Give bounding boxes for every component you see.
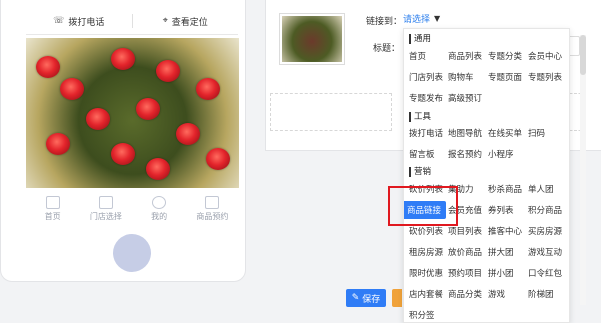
menu-item[interactable]: 砍价列表: [409, 225, 443, 237]
menu-item[interactable]: 小程序: [488, 148, 514, 160]
calendar-icon: [205, 196, 220, 209]
rose-shape: [176, 123, 200, 145]
locate-button[interactable]: ⌖ 查看定位: [133, 8, 239, 34]
section-tools: 工具: [409, 112, 431, 122]
section-marketing: 营销: [409, 167, 431, 177]
tab-home[interactable]: 首页: [26, 196, 79, 232]
menu-item[interactable]: 预约项目: [448, 267, 482, 279]
menu-item[interactable]: 留言板: [409, 148, 435, 160]
menu-item[interactable]: 在线买单: [488, 127, 522, 139]
rose-shape: [36, 56, 60, 78]
menu-item[interactable]: 租房房源: [409, 246, 443, 258]
rose-shape: [111, 143, 135, 165]
scrollbar-track[interactable]: [580, 35, 586, 305]
menu-item[interactable]: 口令红包: [528, 267, 562, 279]
image-thumbnail[interactable]: [279, 13, 345, 65]
contact-bar: ☏ 拨打电话 ⌖ 查看定位: [26, 8, 238, 35]
menu-item[interactable]: 专题发布: [409, 92, 443, 104]
menu-item[interactable]: 游戏互动: [528, 246, 562, 258]
rose-shape: [196, 78, 220, 100]
menu-item[interactable]: 拼大团: [488, 246, 514, 258]
menu-item[interactable]: 买房房源: [528, 225, 562, 237]
menu-item[interactable]: 专题页面: [488, 71, 522, 83]
menu-item[interactable]: 积分商品: [528, 204, 562, 216]
menu-item[interactable]: 游戏: [488, 288, 505, 300]
phone-preview: ☏ 拨打电话 ⌖ 查看定位 首页 门店选择 我的 商品预约: [0, 0, 246, 282]
menu-item[interactable]: 拨打电话: [409, 127, 443, 139]
menu-item[interactable]: 项目列表: [448, 225, 482, 237]
menu-item[interactable]: 券列表: [488, 204, 514, 216]
menu-item[interactable]: 专题分类: [488, 50, 522, 62]
tab-mine[interactable]: 我的: [133, 196, 186, 232]
menu-item[interactable]: 单人团: [528, 183, 554, 195]
link-label: 链接到：: [366, 17, 403, 27]
rose-shape: [136, 98, 160, 120]
rose-shape: [60, 78, 84, 100]
menu-item[interactable]: 报名预约: [448, 148, 482, 160]
link-dropdown-menu: 通用 工具 营销 首页 商品列表 专题分类 会员中心 门店列表 购物车 专题页面…: [403, 28, 570, 323]
bouquet-image: [26, 38, 239, 188]
rose-shape: [206, 148, 230, 170]
rose-shape: [111, 48, 135, 70]
menu-item[interactable]: 专题列表: [528, 71, 562, 83]
menu-item[interactable]: 积分签: [409, 309, 435, 321]
menu-item[interactable]: 店内套餐: [409, 288, 443, 300]
menu-item[interactable]: 地图导航: [448, 127, 482, 139]
secondary-button[interactable]: [392, 289, 402, 307]
menu-item[interactable]: 推客中心: [488, 225, 522, 237]
scrollbar-thumb[interactable]: [580, 35, 586, 75]
save-button[interactable]: ✎ 保存: [346, 289, 386, 307]
phone-tab-bar: 首页 门店选择 我的 商品预约: [26, 196, 239, 232]
menu-item[interactable]: 商品列表: [448, 50, 482, 62]
store-icon: [98, 196, 113, 209]
menu-item[interactable]: 拼小团: [488, 267, 514, 279]
menu-item[interactable]: 放价商品: [448, 246, 482, 258]
menu-item[interactable]: 购物车: [448, 71, 474, 83]
rose-shape: [86, 108, 110, 130]
section-general: 通用: [409, 34, 431, 44]
rose-shape: [146, 158, 170, 180]
user-icon: [152, 196, 167, 209]
menu-item[interactable]: 门店列表: [409, 71, 443, 83]
menu-item[interactable]: 首页: [409, 50, 426, 62]
call-button[interactable]: ☏ 拨打电话: [26, 8, 132, 34]
add-area[interactable]: [270, 93, 392, 131]
phone-home-button: [113, 234, 151, 272]
link-select[interactable]: 请选择 ▼: [403, 12, 440, 25]
chevron-down-icon: ▼: [434, 14, 441, 23]
location-pin-icon: ⌖: [162, 16, 168, 26]
menu-item[interactable]: 阶梯团: [528, 288, 554, 300]
rose-shape: [156, 60, 180, 82]
menu-item[interactable]: 限时优惠: [409, 267, 443, 279]
menu-item[interactable]: 会员中心: [528, 50, 562, 62]
phone-icon: ☏: [53, 16, 65, 26]
rose-shape: [46, 133, 70, 155]
menu-item[interactable]: 高级预订: [448, 92, 482, 104]
menu-item[interactable]: 秒杀商品: [488, 183, 522, 195]
edit-icon: ✎: [351, 293, 360, 303]
tab-store-select[interactable]: 门店选择: [79, 196, 132, 232]
menu-item[interactable]: 扫码: [528, 127, 545, 139]
tab-booking[interactable]: 商品预约: [186, 196, 239, 232]
home-icon: [45, 196, 60, 209]
title-label: 标题：: [373, 44, 401, 54]
menu-item[interactable]: 商品分类: [448, 288, 482, 300]
thumbnail-image: [282, 16, 342, 62]
highlight-frame: [388, 186, 458, 226]
